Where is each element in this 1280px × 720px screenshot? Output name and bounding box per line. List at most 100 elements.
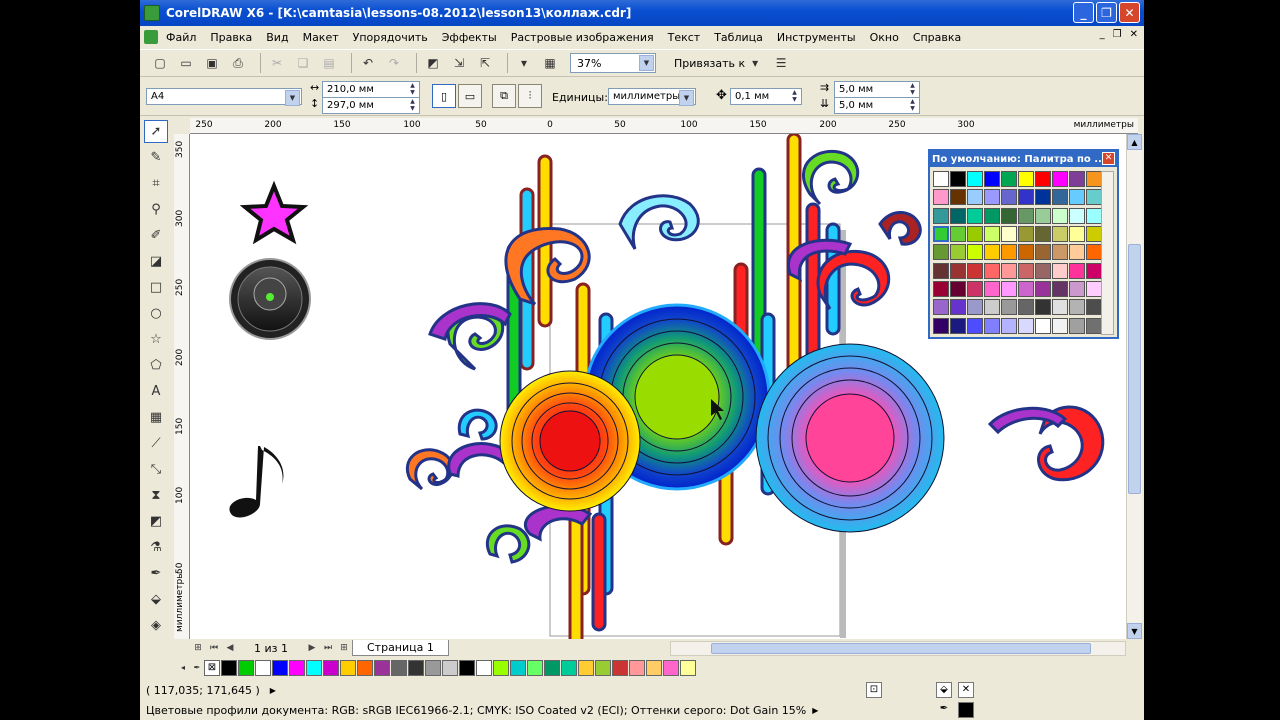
palette-swatch[interactable] (984, 244, 1000, 261)
doc-close-button[interactable]: ✕ (1130, 29, 1138, 40)
fill-tool-icon[interactable]: ⬙ (144, 588, 168, 611)
color-swatch[interactable] (527, 660, 543, 676)
menu-arrange[interactable]: Упорядочить (353, 31, 428, 44)
palette-swatch[interactable] (1018, 280, 1034, 297)
palette-swatch[interactable] (967, 171, 983, 187)
palette-swatch[interactable] (1001, 299, 1017, 316)
search-content-icon[interactable]: ◩ (423, 53, 443, 73)
palette-swatch[interactable] (1001, 225, 1017, 242)
palette-swatch[interactable] (1069, 225, 1085, 242)
palette-swatch[interactable] (1001, 262, 1017, 279)
menu-help[interactable]: Справка (913, 31, 961, 44)
zoom-level-select[interactable]: 37% ▼ (570, 53, 656, 73)
scroll-down-arrow-icon[interactable]: ▼ (1127, 623, 1142, 639)
page-height-field[interactable]: 297,0 мм ▲ ▼ (322, 97, 420, 114)
palette-swatch[interactable] (1086, 262, 1102, 279)
palette-swatch[interactable] (1001, 280, 1017, 297)
doc-restore-button[interactable]: ❐ (1113, 29, 1122, 40)
palette-swatch[interactable] (967, 244, 983, 261)
palette-swatch[interactable] (1001, 317, 1017, 334)
spin-icon[interactable]: ▲ ▼ (907, 82, 918, 97)
menu-window[interactable]: Окно (870, 31, 899, 44)
copy-icon[interactable]: ❏ (293, 53, 313, 73)
palette-swatch[interactable] (1018, 171, 1034, 187)
color-swatch[interactable] (476, 660, 492, 676)
color-swatch[interactable] (255, 660, 271, 676)
palette-swatch[interactable] (950, 262, 966, 279)
eyedropper-tool-icon[interactable]: ⚗ (144, 536, 168, 559)
palette-swatch[interactable] (1035, 171, 1051, 187)
interactive-fill-tool-icon[interactable]: ◈ (144, 614, 168, 637)
undo-icon[interactable]: ↶ (358, 53, 378, 73)
palette-swatch[interactable] (967, 207, 983, 224)
color-swatch[interactable] (629, 660, 645, 676)
all-pages-button[interactable]: ⧉ (492, 84, 516, 108)
color-swatch[interactable] (578, 660, 594, 676)
ruler-corner[interactable] (174, 118, 190, 134)
color-swatch[interactable] (544, 660, 560, 676)
palette-swatch[interactable] (1086, 299, 1102, 316)
color-swatch[interactable] (561, 660, 577, 676)
menu-file[interactable]: Файл (166, 31, 196, 44)
snap-dropdown-icon[interactable]: ▾ (745, 53, 765, 73)
zoom-tool-icon[interactable]: ⚲ (144, 198, 168, 221)
palette-swatch[interactable] (1035, 189, 1051, 206)
palette-swatch[interactable] (1018, 317, 1034, 334)
docker-close-button[interactable]: ✕ (1102, 152, 1115, 165)
palette-swatch[interactable] (1018, 262, 1034, 279)
shape-tool-icon[interactable]: ✎ (144, 146, 168, 169)
palette-swatch[interactable] (933, 244, 949, 261)
options-icon[interactable]: ☰ (771, 53, 791, 73)
palette-swatch[interactable] (1052, 244, 1068, 261)
portrait-button[interactable]: ▯ (432, 84, 456, 108)
import-icon[interactable]: ⇲ (449, 53, 469, 73)
spin-icon[interactable]: ▲ ▼ (789, 89, 800, 104)
add-page-after-icon[interactable]: ⊞ (336, 643, 352, 653)
blend-tool-icon[interactable]: ⧗ (144, 484, 168, 507)
rectangle-tool-icon[interactable]: □ (144, 276, 168, 299)
pink-concentric-circle[interactable] (755, 343, 945, 533)
palette-swatch[interactable] (1086, 189, 1102, 206)
palette-swatch[interactable] (950, 225, 966, 242)
export-icon[interactable]: ⇱ (475, 53, 495, 73)
outline-color-swatch[interactable] (958, 702, 974, 718)
basic-shapes-tool-icon[interactable]: ⬠ (144, 354, 168, 377)
palette-swatch[interactable] (1052, 189, 1068, 206)
spin-icon[interactable]: ▲ ▼ (907, 98, 918, 113)
palette-swatch[interactable] (1069, 207, 1085, 224)
palette-swatch[interactable] (950, 299, 966, 316)
color-swatch[interactable] (663, 660, 679, 676)
palette-swatch[interactable] (1052, 207, 1068, 224)
next-page-icon[interactable]: ▶ (304, 643, 320, 653)
palette-swatch[interactable] (1001, 171, 1017, 187)
palette-swatch[interactable] (1052, 262, 1068, 279)
color-swatch[interactable] (391, 660, 407, 676)
palette-swatch[interactable] (1035, 317, 1051, 334)
palette-swatch[interactable] (967, 225, 983, 242)
snap-to-button[interactable]: Привязать к (674, 57, 745, 70)
palette-swatch[interactable] (1035, 225, 1051, 242)
speaker-icon[interactable] (229, 258, 311, 340)
menu-edit[interactable]: Правка (210, 31, 252, 44)
maximize-button[interactable]: ❐ (1096, 2, 1117, 23)
palette-swatch[interactable] (1069, 299, 1085, 316)
palette-scrollbar[interactable] (1101, 171, 1114, 335)
palette-swatch[interactable] (933, 207, 949, 224)
palette-swatch[interactable] (1086, 244, 1102, 261)
palette-swatch[interactable] (933, 317, 949, 334)
palette-swatch[interactable] (1018, 244, 1034, 261)
palette-swatch[interactable] (1035, 207, 1051, 224)
menu-text[interactable]: Текст (668, 31, 701, 44)
first-page-icon[interactable]: ⏮ (206, 643, 222, 653)
color-swatch[interactable] (340, 660, 356, 676)
palette-swatch[interactable] (1001, 244, 1017, 261)
cut-icon[interactable]: ✂ (267, 53, 287, 73)
palette-swatch[interactable] (950, 189, 966, 206)
palette-swatch[interactable] (1069, 317, 1085, 334)
palette-swatch[interactable] (984, 171, 1000, 187)
palette-swatch[interactable] (1069, 262, 1085, 279)
palette-swatch[interactable] (1001, 207, 1017, 224)
color-swatch[interactable] (323, 660, 339, 676)
spin-icon[interactable]: ▲ ▼ (407, 82, 418, 97)
color-swatch[interactable] (612, 660, 628, 676)
